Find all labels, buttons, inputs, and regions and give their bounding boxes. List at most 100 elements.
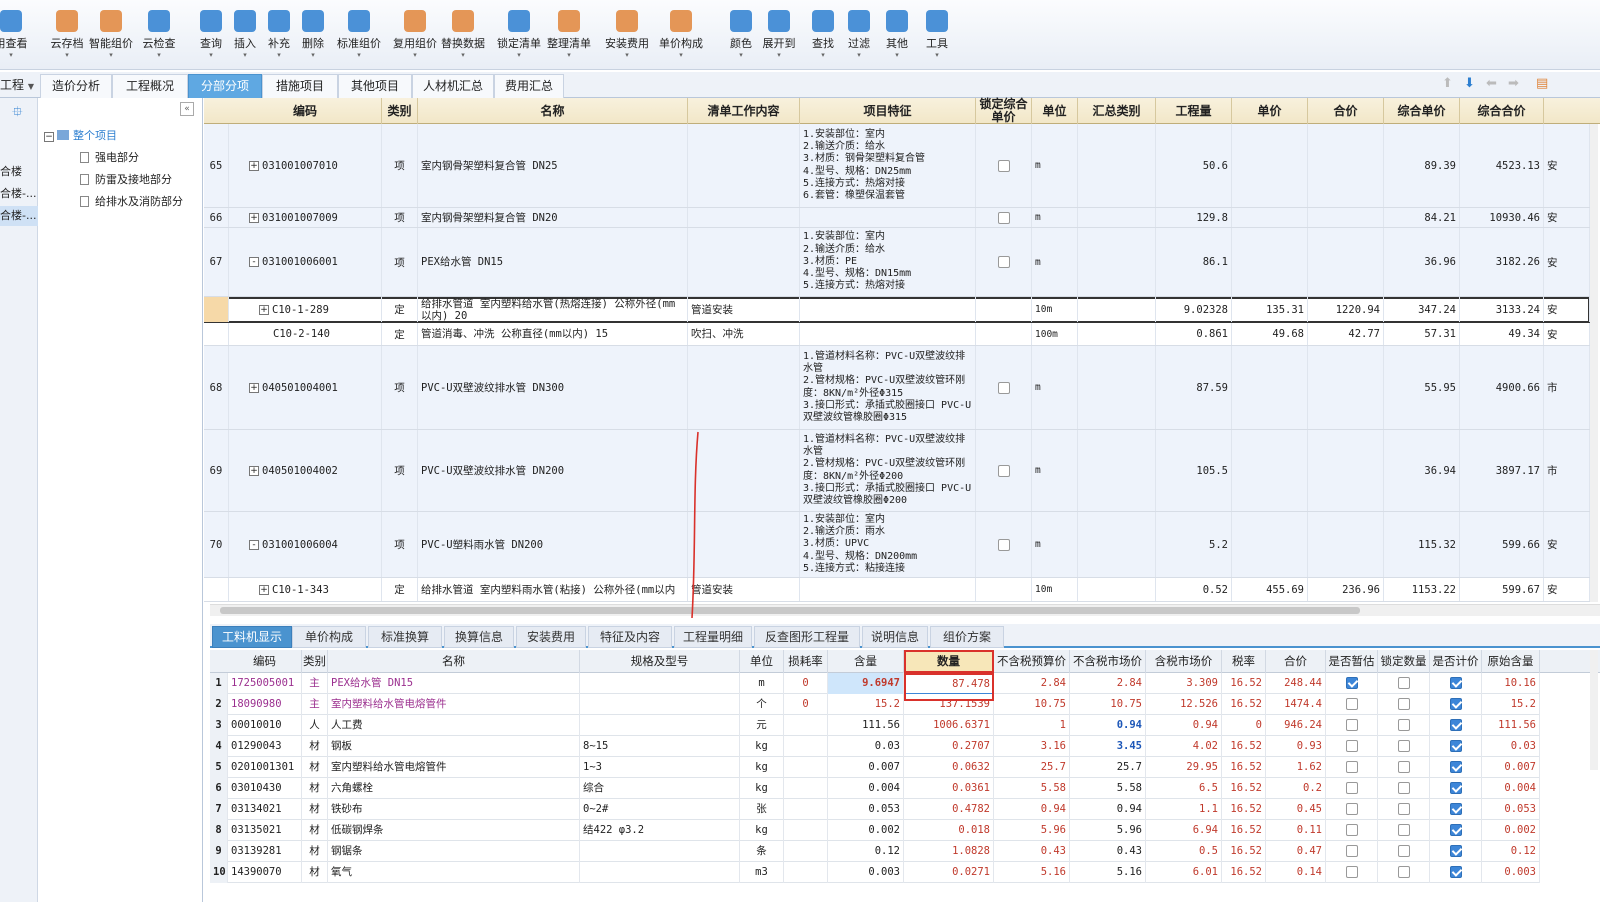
resource-est-cell[interactable] bbox=[1326, 820, 1378, 841]
pricing-checkbox[interactable] bbox=[1449, 740, 1462, 752]
total-cell[interactable]: 42.77 bbox=[1308, 323, 1384, 345]
summary-category-cell[interactable] bbox=[1078, 124, 1156, 207]
grid-row[interactable]: 68 +040501004001 项 PVC-U双壁波纹排水管 DN300 1.管道材料… bbox=[204, 346, 1590, 430]
resource-pre-cell[interactable]: 25.7 bbox=[994, 757, 1070, 778]
code-cell[interactable]: C10-2-140 bbox=[229, 323, 382, 345]
no-cell[interactable]: 66 bbox=[204, 208, 229, 227]
unit-cell[interactable]: m bbox=[1032, 512, 1078, 577]
resource-loss-cell[interactable] bbox=[784, 799, 828, 820]
bottom-tab-6[interactable]: 工程量明细 bbox=[674, 626, 752, 648]
resource-unit-cell[interactable]: m bbox=[740, 673, 784, 694]
unit-cell[interactable]: m bbox=[1032, 430, 1078, 511]
lock-price-checkbox[interactable] bbox=[976, 512, 1032, 577]
resource-calc-cell[interactable] bbox=[1430, 736, 1482, 757]
resource-mkttax-cell[interactable]: 6.5 bbox=[1146, 778, 1222, 799]
grid-header-1[interactable]: 类别 bbox=[382, 98, 418, 124]
lock-qty-checkbox[interactable] bbox=[1397, 719, 1410, 731]
name-cell[interactable]: PVC-U双壁波纹排水管 DN300 bbox=[418, 346, 688, 429]
resource-pre-cell[interactable]: 1 bbox=[994, 715, 1070, 736]
qty-cell[interactable]: 129.8 bbox=[1156, 208, 1232, 227]
resource-spec-cell[interactable]: 结422 φ3.2 bbox=[580, 820, 740, 841]
resource-content-cell[interactable]: 0.03 bbox=[828, 736, 904, 757]
extra-cell[interactable]: 安 bbox=[1544, 512, 1590, 577]
resource-unit-cell[interactable]: 条 bbox=[740, 841, 784, 862]
name-cell[interactable]: 管道消毒、冲洗 公称直径(mm以内) 15 bbox=[418, 323, 688, 345]
resource-calc-cell[interactable] bbox=[1430, 820, 1482, 841]
resource-code-cell[interactable]: 03134021 bbox=[228, 799, 302, 820]
resource-header-3[interactable]: 规格及型号 bbox=[580, 650, 740, 673]
extra-cell[interactable]: 安 bbox=[1544, 578, 1590, 601]
no-cell[interactable] bbox=[204, 578, 229, 601]
resource-row[interactable]: 4 01290043 材钢板 8~15 kg 0.03 0.2707 3.16 3.45 4.02… bbox=[210, 736, 1540, 757]
resource-unit-cell[interactable]: 张 bbox=[740, 799, 784, 820]
feat-cell[interactable] bbox=[800, 323, 976, 345]
price-cell[interactable] bbox=[1232, 208, 1308, 227]
name-cell[interactable]: PVC-U双壁波纹排水管 DN200 bbox=[418, 430, 688, 511]
pricing-checkbox[interactable] bbox=[1449, 803, 1462, 815]
qty-cell[interactable]: 9.02328 bbox=[1156, 297, 1232, 322]
resource-content-cell[interactable]: 0.003 bbox=[828, 862, 904, 883]
collapse-icon[interactable]: - bbox=[249, 257, 259, 267]
resource-loss-cell[interactable] bbox=[784, 862, 828, 883]
project-dropdown[interactable]: 工程 ▼ bbox=[0, 76, 34, 93]
lock-price-checkbox[interactable] bbox=[976, 578, 1032, 601]
resource-code-cell[interactable]: 0201001301 bbox=[228, 757, 302, 778]
resource-code-cell[interactable]: 03010430 bbox=[228, 778, 302, 799]
expand-icon[interactable]: + bbox=[249, 160, 259, 171]
resource-est-cell[interactable] bbox=[1326, 736, 1378, 757]
pricing-checkbox[interactable] bbox=[1449, 782, 1462, 794]
resource-header-1[interactable]: 类别 bbox=[302, 650, 328, 673]
resource-tax-cell[interactable]: 16.52 bbox=[1222, 673, 1266, 694]
resource-name-cell[interactable]: 低碳钢焊条 bbox=[328, 820, 580, 841]
tree-item-lightning[interactable]: 防雷及接地部分 bbox=[80, 170, 172, 190]
ctotal-cell[interactable]: 3897.17 bbox=[1460, 430, 1544, 511]
ctotal-cell[interactable]: 599.66 bbox=[1460, 512, 1544, 577]
strip-item-2[interactable]: 合楼-... bbox=[0, 184, 38, 204]
summary-category-cell[interactable] bbox=[1078, 346, 1156, 429]
type-cell[interactable]: 定 bbox=[382, 297, 418, 322]
resource-row[interactable]: 8 03135021 材低碳钢焊条 结422 φ3.2 kg 0.002 0.018 5.96… bbox=[210, 820, 1540, 841]
resource-est-cell[interactable] bbox=[1326, 778, 1378, 799]
resource-n-cell[interactable]: 4 bbox=[210, 736, 228, 757]
resource-est-cell[interactable] bbox=[1326, 862, 1378, 883]
estimate-checkbox[interactable] bbox=[1345, 782, 1358, 794]
resource-content-cell[interactable]: 0.004 bbox=[828, 778, 904, 799]
resource-unit-cell[interactable]: kg bbox=[740, 736, 784, 757]
resource-tax-cell[interactable]: 16.52 bbox=[1222, 862, 1266, 883]
no-cell[interactable]: 69 bbox=[204, 430, 229, 511]
toolbar-btn-8[interactable]: 标准组价 ▾ bbox=[336, 6, 382, 66]
resource-row[interactable]: 7 03134021 材铁砂布 0~2# 张 0.053 0.4782 0.94 0.94 1.1… bbox=[210, 799, 1540, 820]
ctotal-cell[interactable]: 599.67 bbox=[1460, 578, 1544, 601]
grid-row[interactable]: 70-031001006004 项 PVC-U塑料雨水管 DN200 1.安装部位：室… bbox=[204, 512, 1590, 578]
lock-price-checkbox[interactable] bbox=[976, 430, 1032, 511]
arrow-down-icon[interactable]: ⬇ bbox=[1464, 76, 1475, 91]
resource-spec-cell[interactable]: 0~2# bbox=[580, 799, 740, 820]
bottom-tab-3[interactable]: 换算信息 bbox=[444, 626, 514, 648]
toolbar-btn-11[interactable]: 锁定清单 ▾ bbox=[496, 6, 542, 66]
price-cell[interactable] bbox=[1232, 228, 1308, 296]
resource-calc-cell[interactable] bbox=[1430, 862, 1482, 883]
resource-mkt-cell[interactable]: 5.58 bbox=[1070, 778, 1146, 799]
resource-loss-cell[interactable] bbox=[784, 820, 828, 841]
resource-qty-cell[interactable]: 0.0361 bbox=[904, 778, 994, 799]
name-cell[interactable]: 室内钢骨架塑料复合管 DN20 bbox=[418, 208, 688, 227]
lock-qty-checkbox[interactable] bbox=[1397, 866, 1410, 878]
summary-category-cell[interactable] bbox=[1078, 297, 1156, 322]
resource-qty-cell[interactable]: 1006.6371 bbox=[904, 715, 994, 736]
resource-calc-cell[interactable] bbox=[1430, 757, 1482, 778]
resource-type-cell[interactable]: 主 bbox=[302, 694, 328, 715]
resource-name-cell[interactable]: 室内塑料给水管电熔管件 bbox=[328, 694, 580, 715]
extra-cell[interactable]: 市 bbox=[1544, 346, 1590, 429]
resource-type-cell[interactable]: 材 bbox=[302, 841, 328, 862]
resource-row[interactable]: 2 18090980 主室内塑料给水管电熔管件个 0 15.2 137.1539 10.75… bbox=[210, 694, 1540, 715]
lock-qty-checkbox[interactable] bbox=[1397, 761, 1410, 773]
resource-mkt-cell[interactable]: 0.43 bbox=[1070, 841, 1146, 862]
resource-pre-cell[interactable]: 10.75 bbox=[994, 694, 1070, 715]
resource-lock-cell[interactable] bbox=[1378, 736, 1430, 757]
resource-header-2[interactable]: 名称 bbox=[328, 650, 580, 673]
toolbar-btn-3[interactable]: 云检查 ▾ bbox=[136, 6, 182, 66]
ctotal-cell[interactable]: 4900.66 bbox=[1460, 346, 1544, 429]
checkbox[interactable] bbox=[997, 381, 1010, 394]
summary-category-cell[interactable] bbox=[1078, 228, 1156, 296]
resource-unit-cell[interactable]: kg bbox=[740, 757, 784, 778]
